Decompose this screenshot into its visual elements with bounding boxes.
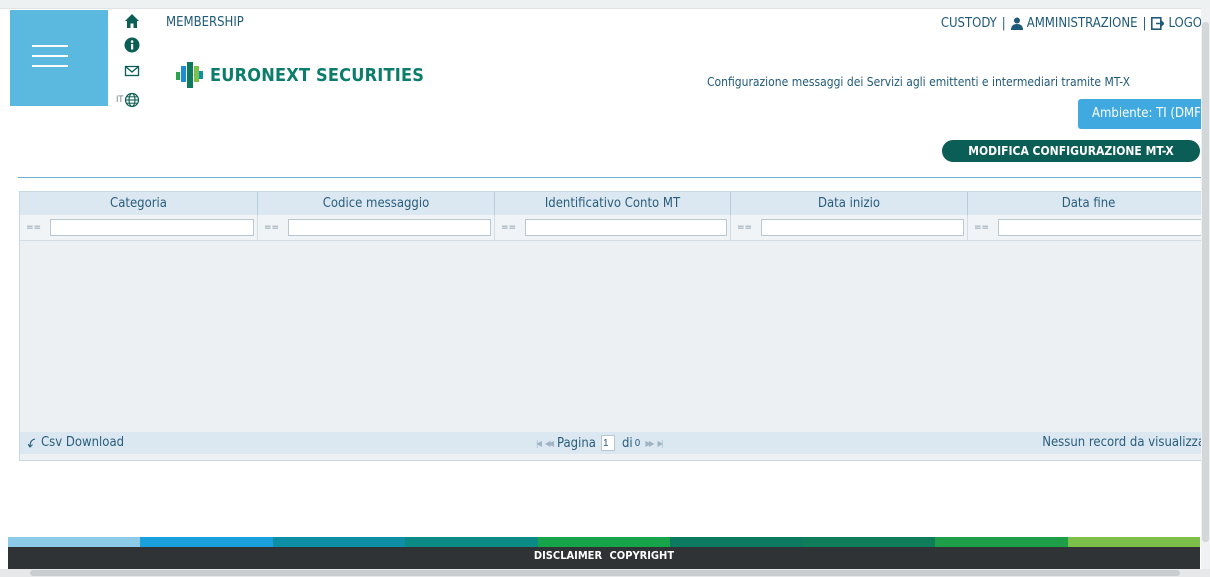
copyright-link[interactable]: COPYRIGHT [610,549,675,562]
column-header-data-fine[interactable]: Data fine [968,192,1209,215]
filter-cell: == [258,215,495,240]
filter-operator[interactable]: == [974,222,992,233]
footer: DISCLAIMER COPYRIGHT [8,547,1200,569]
footer-color-segment [1067,537,1200,547]
menu-bar-line [32,45,68,47]
membership-link[interactable]: MEMBERSHIP [166,15,244,30]
horizontal-scrollbar[interactable] [0,569,1210,577]
column-header-data-inizio[interactable]: Data inizio [731,192,968,215]
logo-text: EURONEXT SECURITIES [210,64,425,86]
euronext-logo: EURONEXT SECURITIES [176,60,424,90]
footer-color-segment [537,537,671,547]
page-subtitle: Configurazione messaggi dei Servizi agli… [706,75,1130,89]
footer-color-segment [670,537,803,547]
footer-color-segment [140,537,273,547]
footer-color-segment [935,537,1068,547]
separator: | [1142,16,1147,31]
filter-cell: == [495,215,731,240]
grid-body [20,241,1209,432]
csv-download-label: Csv Download [41,435,125,450]
footer-color-segment [405,537,538,547]
pagination: |◀ ◀◀ Pagina di 0 ▶▶ ▶| [536,435,663,451]
euronext-logo-mark [176,62,203,88]
logout-label: LOGO [1168,16,1202,31]
page-label: Pagina [557,435,596,451]
of-label: di [621,435,633,451]
filter-input-data-fine[interactable] [998,219,1206,236]
filter-input-codice-messaggio[interactable] [288,219,491,236]
grid-pager: Csv Download |◀ ◀◀ Pagina di 0 ▶▶ ▶| Nes… [20,432,1209,454]
admin-label: AMMINISTRAZIONE [1026,16,1138,31]
download-icon [28,437,36,448]
column-header-identificativo-conto[interactable]: Identificativo Conto MT [495,192,731,215]
disclaimer-link[interactable]: DISCLAIMER [534,549,602,562]
filter-input-categoria[interactable] [50,219,254,236]
column-header-categoria[interactable]: Categoria [20,192,258,215]
filter-row: == == == == == [20,215,1209,241]
menu-bar-line [32,65,68,67]
first-page-icon[interactable]: |◀ [536,439,542,448]
last-page-icon[interactable]: ▶| [657,439,663,448]
vertical-scrollbar[interactable] [1201,8,1210,569]
browser-top-bar [0,0,1210,9]
custody-link[interactable]: CUSTODY [941,16,997,31]
globe-icon [125,92,140,108]
filter-operator[interactable]: == [26,222,44,233]
page-input[interactable] [600,435,615,451]
home-icon[interactable] [124,13,140,29]
grid-header: Categoria Codice messaggio Identificativ… [20,192,1209,215]
top-links: CUSTODY | AMMINISTRAZIONE | LOGO [941,16,1202,31]
language-label: IT [116,95,124,105]
filter-operator[interactable]: == [264,222,282,233]
filter-cell: == [968,215,1209,240]
footer-color-segment [802,537,936,547]
filter-operator[interactable]: == [501,222,519,233]
filter-input-data-inizio[interactable] [761,219,964,236]
column-header-codice-messaggio[interactable]: Codice messaggio [258,192,495,215]
filter-input-identificativo-conto[interactable] [525,219,727,236]
filter-cell: == [731,215,968,240]
user-icon [1010,17,1023,30]
logout-link[interactable]: LOGO [1151,16,1202,31]
language-selector[interactable]: IT [116,92,140,108]
menu-bar-line [32,55,68,57]
environment-badge: Ambiente: TI (DMF [1078,99,1210,129]
footer-color-segment [272,537,406,547]
no-records-message: Nessun record da visualizza [1042,435,1205,450]
logout-icon [1151,17,1165,30]
filter-cell: == [20,215,258,240]
divider [18,177,1210,178]
next-page-icon[interactable]: ▶▶ [645,439,654,448]
mail-icon[interactable] [124,63,140,79]
footer-color-segment [8,537,141,547]
data-grid: Categoria Codice messaggio Identificativ… [19,191,1210,461]
csv-download-button[interactable]: Csv Download [28,435,124,450]
footer-color-bar [8,537,1200,547]
scrollbar-thumb[interactable] [30,570,1180,576]
prev-page-icon[interactable]: ◀◀ [545,439,554,448]
separator: | [1001,16,1006,31]
info-icon[interactable] [124,37,140,53]
admin-link[interactable]: AMMINISTRAZIONE [1010,16,1138,31]
filter-operator[interactable]: == [737,222,755,233]
menu-button[interactable] [10,10,108,106]
total-pages: 0 [634,437,641,449]
modify-configuration-button[interactable]: MODIFICA CONFIGURAZIONE MT-X [942,140,1200,162]
scrollbar-thumb[interactable] [1202,22,1209,542]
